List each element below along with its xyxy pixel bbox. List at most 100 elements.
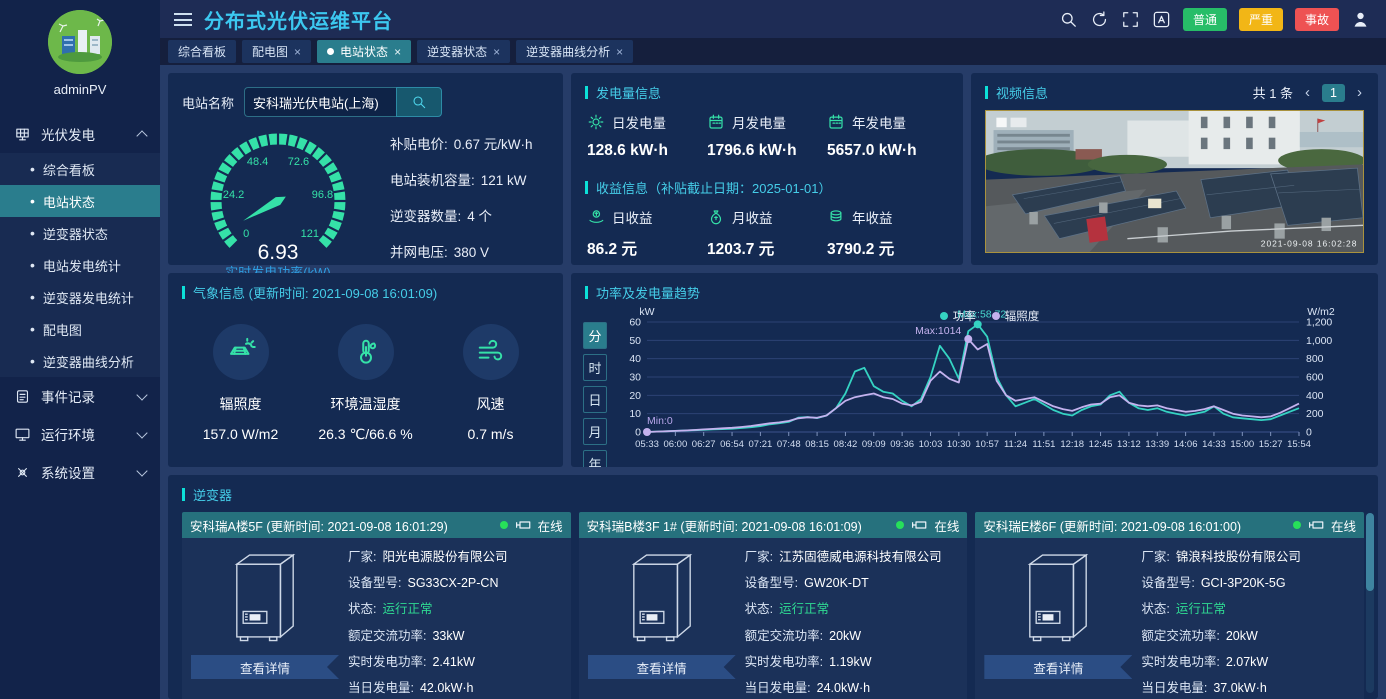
money-bag-icon [707,208,725,226]
app-logo [48,10,112,74]
sidebar-item-0-2[interactable]: • 逆变器状态 [0,217,160,249]
bullet-icon: • [30,161,35,177]
station-search-button[interactable] [396,87,443,117]
weather-item-1: 环境温湿度 26.3 ℃/66.6 % [303,324,428,443]
prev-page-button[interactable]: ‹ [1303,84,1312,101]
energy-item-2: 年收益 3790.2 元 [827,207,947,259]
sidebar-group-1[interactable]: 事件记录 [0,377,160,415]
sidebar-item-0-3[interactable]: • 电站发电统计 [0,249,160,281]
field-label: 厂家: [348,550,377,564]
tab-0[interactable]: 综合看板 [168,40,237,63]
plug-icon [910,516,928,534]
user-icon[interactable] [1351,10,1370,29]
sidebar-item-label: 逆变器曲线分析 [42,354,134,370]
energy-label: 年收益 [852,211,893,226]
inverter-card-header: 安科瑞B楼3F 1# (更新时间: 2021-09-08 16:01:09) 在线 [578,512,968,538]
inverter-card-0: 安科瑞A楼5F (更新时间: 2021-09-08 16:01:29) 在线 查看… [182,512,571,699]
station-info-row-2: 逆变器数量: 4 个 [390,205,553,225]
view-details-button[interactable]: 查看详情 [984,655,1132,679]
period-tab-0[interactable]: 分 [583,322,607,349]
app-root: adminPV 光伏发电 • 综合看板 • 电站状态 • 逆变器状态 • 电站发电统计 • 逆变器发… [0,0,1386,699]
search-icon[interactable] [1059,10,1078,29]
energy-panel: 发电量信息 日发电量 128.6 kW·h 月发电量 1796.6 kW·h 年发电量 5… [571,73,963,265]
inverter-field-5: 当日发电量: 42.0kW·h [348,677,563,696]
inverter-field-3: 额定交流功率: 20kW [1141,625,1356,644]
menu-collapse-icon[interactable] [174,12,192,26]
chevron-down-icon [136,464,148,477]
tab-3[interactable]: 逆变器状态 × [417,40,511,63]
current-page[interactable]: 1 [1322,83,1345,102]
view-details-button[interactable]: 查看详情 [191,655,339,679]
legend-item-0[interactable]: 功率 [939,308,976,324]
svg-text:10:57: 10:57 [975,439,999,450]
weather-panel: 气象信息 (更新时间: 2021-09-08 16:01:09) 辐照度 157.… [168,273,563,467]
alarm-badge-2[interactable]: 事故 [1294,7,1339,31]
sidebar-item-label: 逆变器发电统计 [42,290,134,306]
period-tab-2[interactable]: 日 [583,386,607,413]
sidebar-item-label: 综合看板 [42,162,95,178]
sidebar-item-0-1[interactable]: • 电站状态 [0,185,160,217]
accent-bar [182,286,185,299]
sidebar-item-0-5[interactable]: • 配电图 [0,313,160,345]
info-label: 电站装机容量: [390,173,475,188]
alarm-badge-1[interactable]: 严重 [1238,7,1283,31]
svg-text:6.93: 6.93 [258,241,299,264]
station-search-input[interactable] [244,87,397,117]
station-search-row: 电站名称 [168,73,563,117]
tab-label: 电站状态 [340,45,389,59]
online-label: 在线 [537,519,563,534]
period-tabs: 分时日月年 [583,322,607,467]
scrollbar-thumb[interactable] [1366,513,1374,591]
sidebar-item-0-6[interactable]: • 逆变器曲线分析 [0,345,160,377]
translate-icon[interactable] [1152,10,1171,29]
tab-1[interactable]: 配电图 × [242,40,312,63]
tab-close-icon[interactable]: × [616,46,623,58]
svg-text:15:00: 15:00 [1230,439,1254,450]
info-label: 并网电压: [390,245,448,260]
station-body: 024.248.472.696.81216.93 实时发电功率(kW) 补贴电价… [168,117,563,281]
sidebar-group-2[interactable]: 运行环境 [0,415,160,453]
fullscreen-icon[interactable] [1121,10,1140,29]
refresh-icon[interactable] [1090,10,1109,29]
tab-2[interactable]: 电站状态 × [317,40,412,63]
svg-text:13:12: 13:12 [1117,439,1141,450]
inverter-scrollbar[interactable] [1366,513,1374,693]
field-value: 37.0kW·h [1213,680,1267,695]
tab-4[interactable]: 逆变器曲线分析 × [516,40,634,63]
period-tab-4[interactable]: 年 [583,450,607,467]
row-middle: 气象信息 (更新时间: 2021-09-08 16:01:09) 辐照度 157.… [168,273,1378,467]
period-tab-3[interactable]: 月 [583,418,607,445]
sidebar-item-0-0[interactable]: • 综合看板 [0,153,160,185]
inverter-field-1: 设备型号: SG33CX-2P-CN [348,572,563,591]
field-value: 20kW [829,628,862,643]
energy-label: 日发电量 [612,116,666,131]
period-tab-1[interactable]: 时 [583,354,607,381]
tab-close-icon[interactable]: × [394,46,401,58]
online-label: 在线 [934,519,960,534]
alarm-badge-0[interactable]: 普通 [1182,7,1227,31]
weather-value: 26.3 ℃/66.6 % [318,426,413,442]
view-details-button[interactable]: 查看详情 [588,655,736,679]
inverter-field-5: 当日发电量: 24.0kW·h [745,677,960,696]
tab-close-icon[interactable]: × [294,46,301,58]
sidebar-group-0[interactable]: 光伏发电 [0,115,160,153]
trend-panel: 功率及发电量趋势 分时日月年 功率 辐照度 kW W/m2 0 0 10 200 20 400 3… [571,273,1378,467]
sidebar-group-3[interactable]: 系统设置 [0,453,160,491]
energy-label: 日收益 [612,211,653,226]
inverter-card-body: 查看详情 厂家: 阳光电源股份有限公司 设备型号: SG33CX-2P-CN 状态: 运行正… [182,538,571,699]
svg-text:06:00: 06:00 [663,439,687,450]
inverter-header: 逆变器 [182,475,1364,504]
energy-value: 128.6 kW·h [587,142,668,159]
coin-hand-icon [587,208,605,226]
content: 电站名称 024.248.472.696.81216.93 实时发电功率(kW)… [160,65,1386,699]
inverter-device: 查看详情 [983,546,1133,699]
bullet-icon: • [30,257,35,273]
sidebar-item-0-4[interactable]: • 逆变器发电统计 [0,281,160,313]
legend-item-1[interactable]: 辐照度 [991,308,1039,324]
chevron-down-icon [136,426,148,439]
tab-close-icon[interactable]: × [493,46,500,58]
field-value: 运行正常 [382,602,433,617]
next-page-button[interactable]: › [1355,84,1364,101]
svg-text:Min:0: Min:0 [647,415,673,427]
trend-title: 功率及发电量趋势 [596,286,701,301]
